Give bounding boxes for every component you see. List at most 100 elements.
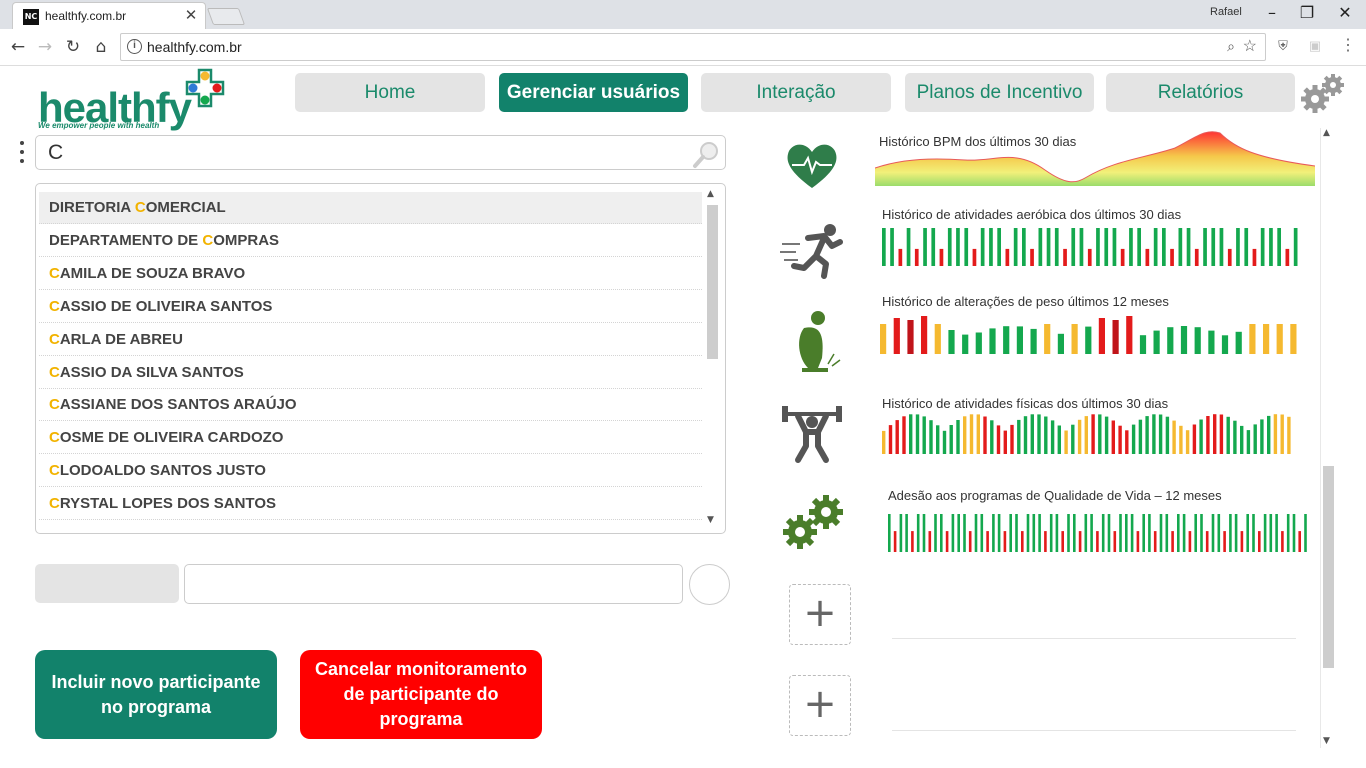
list-item-match: C <box>49 462 60 480</box>
list-item[interactable]: CLODOALDO SANTOS JUSTO <box>39 455 702 488</box>
chart-bar <box>1125 430 1129 454</box>
browser-user[interactable]: Rafael <box>1210 6 1242 18</box>
add-chart-button[interactable]: + <box>789 584 851 645</box>
chart-bar <box>980 228 985 266</box>
detail-input[interactable] <box>184 564 683 604</box>
chart-bar <box>1096 228 1100 266</box>
chart-bar <box>1064 430 1068 454</box>
tab-close-icon[interactable]: ✕ <box>183 6 199 24</box>
chart-bar <box>1145 416 1149 454</box>
chart-bar <box>929 420 933 454</box>
scroll-down-icon[interactable]: ▼ <box>707 515 714 525</box>
new-tab-button[interactable] <box>206 8 246 25</box>
cancel-monitoring-button[interactable]: Cancelar monitoramento de participante d… <box>300 650 542 739</box>
add-participant-button[interactable]: Incluir novo participante no programa <box>35 650 277 739</box>
nav-interacao[interactable]: Interação <box>701 73 891 112</box>
list-item-text: ASSIO DA SILVA SANTOS <box>59 363 244 381</box>
list-item[interactable]: DEPARTAMENTO DE COMPRAS <box>39 225 702 257</box>
chart-bar <box>1253 424 1257 454</box>
nav-relatorios[interactable]: Relatórios <box>1106 73 1295 112</box>
results-list: DIRETORIA COMERCIAL DEPARTAMENTO DE COMPR… <box>35 183 726 534</box>
list-item[interactable]: CRYSTAL LOPES DOS SANTOS <box>39 488 702 521</box>
chart-bar <box>1158 414 1163 454</box>
healthfy-logo[interactable]: healthfy We empower people with health <box>36 64 236 134</box>
settings-gear-icon[interactable] <box>1298 70 1348 115</box>
minimize-icon[interactable]: – <box>1254 2 1290 24</box>
chart-bar <box>945 531 949 552</box>
list-item[interactable]: CAMILA DE SOUZA BRAVO <box>39 258 702 290</box>
panel-scroll-up-icon[interactable]: ▲ <box>1323 128 1330 138</box>
chart-bar <box>1096 531 1099 552</box>
chart-bar <box>1194 248 1199 266</box>
list-item[interactable]: CASSIANE DOS SANTOS ARAÚJO <box>39 389 702 422</box>
scroll-up-icon[interactable]: ▲ <box>707 189 714 199</box>
aerobic-bar-chart <box>882 228 1298 266</box>
back-icon[interactable]: ← <box>5 34 31 60</box>
search-icon[interactable] <box>692 139 722 169</box>
add-chart-button-2[interactable]: + <box>789 675 851 736</box>
panel-scrollbar[interactable]: ▲ ▼ <box>1320 128 1336 748</box>
list-item[interactable]: CASSIO DA SILVA SANTOS <box>39 357 702 389</box>
chart-bar <box>948 330 955 354</box>
chart-bar <box>1084 514 1088 552</box>
chart-bar <box>895 420 899 454</box>
tab-title: healthfy.com.br <box>45 9 127 23</box>
drag-handle-icon[interactable] <box>18 138 26 172</box>
chart-bar <box>1139 335 1147 354</box>
chart-bar <box>1054 228 1059 266</box>
chart-bar <box>1098 318 1105 354</box>
chart-bar <box>1263 514 1267 552</box>
chart-bar <box>1055 514 1059 552</box>
browser-tab[interactable]: NC healthfy.com.br ✕ <box>12 2 206 30</box>
list-scroll-thumb[interactable] <box>707 205 718 359</box>
panel-scroll-thumb[interactable] <box>1323 466 1334 668</box>
menu-icon[interactable]: ⋮ <box>1338 36 1358 56</box>
chart-bar <box>1015 514 1018 552</box>
nav-planos-de-incentivo[interactable]: Planos de Incentivo <box>905 73 1094 112</box>
list-item[interactable]: CARLA DE ABREU <box>39 324 702 356</box>
home-icon[interactable]: ⌂ <box>88 34 114 60</box>
chart-bar <box>1071 324 1078 354</box>
chart-bar <box>1219 228 1224 266</box>
nav-home[interactable]: Home <box>295 73 485 112</box>
panel-scroll-down-icon[interactable]: ▼ <box>1323 736 1330 746</box>
list-item-text: ARLA DE ABREU <box>59 330 183 348</box>
zoom-icon[interactable]: ⌕ <box>1227 38 1235 55</box>
chart-bar <box>1178 228 1183 266</box>
restore-icon[interactable]: ❐ <box>1289 2 1325 24</box>
url-text[interactable]: healthfy.com.br <box>147 39 242 55</box>
reload-icon[interactable]: ↻ <box>60 34 86 60</box>
bookmark-star-icon[interactable]: ☆ <box>1243 36 1257 56</box>
info-icon[interactable]: i <box>127 39 142 54</box>
list-item-match: C <box>49 363 60 381</box>
address-bar[interactable]: i healthfy.com.br ⌕ ☆ <box>120 33 1266 61</box>
browser-tabbar: NC healthfy.com.br ✕ Rafael – ❐ ✕ <box>0 0 1366 30</box>
search-value[interactable]: C <box>48 141 63 165</box>
chart-bar <box>1013 228 1018 266</box>
chart-bar <box>996 425 1001 454</box>
list-item-text: RYSTAL LOPES DOS SANTOS <box>59 495 276 513</box>
list-item-text: ASSIO DE OLIVEIRA SANTOS <box>59 297 273 315</box>
chart-bar <box>963 416 967 454</box>
chart-bar <box>1205 531 1209 552</box>
chart-bar <box>911 531 914 552</box>
chart-bar <box>882 430 886 454</box>
search-field[interactable]: C <box>35 135 726 170</box>
chart-bar <box>1148 514 1151 552</box>
list-item[interactable]: CASSIO DE OLIVEIRA SANTOS <box>39 291 702 323</box>
forward-icon[interactable]: → <box>32 34 58 60</box>
extension-icon[interactable]: ⛨ <box>1273 36 1293 56</box>
window-close-icon[interactable]: ✕ <box>1327 2 1363 24</box>
chart-bar <box>1280 414 1284 454</box>
chart-bar <box>1298 531 1301 552</box>
filter-dropdown[interactable] <box>35 564 179 603</box>
list-item[interactable]: DIRETORIA COMERCIAL <box>39 192 702 224</box>
extension-2-icon[interactable]: ▣ <box>1305 36 1325 56</box>
chart-bar <box>909 414 913 454</box>
list-scrollbar[interactable]: ▲ ▼ <box>705 189 719 527</box>
chart-bar <box>1073 514 1076 552</box>
round-action-button[interactable] <box>689 564 730 605</box>
list-item[interactable]: COSME DE OLIVEIRA CARDOZO <box>39 422 702 455</box>
chart-bar <box>1188 531 1192 552</box>
nav-gerenciar-usuarios[interactable]: Gerenciar usuários <box>499 73 688 112</box>
